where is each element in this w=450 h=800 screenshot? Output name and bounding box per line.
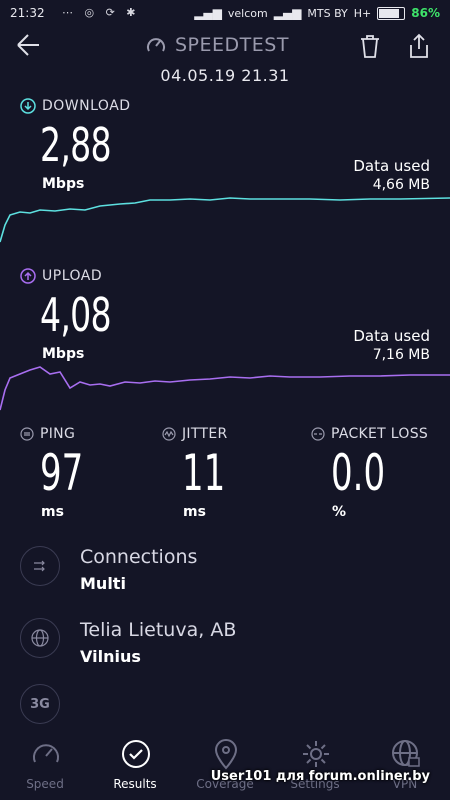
jitter-label-text: JITTER [182, 426, 228, 442]
network-badge-icon: 3G [20, 684, 60, 724]
connections-value: Multi [80, 574, 126, 593]
arrow-left-icon [17, 34, 39, 56]
download-graph [0, 197, 450, 243]
trash-icon [361, 35, 379, 58]
upload-value: 4,08 [40, 288, 112, 342]
download-label: DOWNLOAD [20, 98, 131, 114]
upload-label: UPLOAD [20, 268, 102, 284]
ping-icon [20, 427, 34, 441]
connections-title: Connections [80, 546, 198, 568]
download-value: 2,88 [40, 118, 112, 172]
upload-label-text: UPLOAD [42, 268, 103, 284]
download-data-used-label: Data used [353, 157, 430, 175]
ping-unit: ms [41, 504, 64, 520]
provider-name: Telia Lietuva, AB [80, 619, 237, 641]
carrier-2: MTS BY [307, 6, 348, 20]
signal-icon-2: ▂▄▆ [273, 6, 302, 20]
upload-arrow-icon [20, 268, 36, 284]
nav-speed-label: Speed [26, 777, 64, 791]
upload-graph [0, 366, 450, 411]
gauge-icon [33, 744, 59, 763]
share-button[interactable] [407, 33, 431, 59]
packet-loss-value: 0.0 [331, 444, 386, 502]
status-bar: 21:32 ⋯ ◎ ⟳ ✱ ▂▄▆ velcom ▂▄▆ MTS BY H+ 8… [0, 0, 450, 26]
jitter-label: JITTER [162, 426, 228, 442]
ping-label: PING [20, 426, 75, 442]
title-text: SPEEDTEST [175, 34, 289, 56]
packet-loss-unit: % [332, 504, 347, 520]
speedtest-logo-icon [147, 38, 165, 52]
check-circle-icon [122, 740, 150, 768]
share-icon [410, 33, 428, 58]
nav-vpn[interactable]: VPN [360, 730, 450, 800]
delete-button[interactable] [358, 33, 382, 59]
ping-value: 97 [40, 444, 84, 502]
connections-icon [20, 546, 60, 586]
jitter-unit: ms [183, 504, 206, 520]
nav-results[interactable]: Results [90, 730, 180, 800]
page-title: SPEEDTEST [145, 34, 289, 56]
map-pin-icon [214, 739, 238, 770]
back-button[interactable] [14, 32, 46, 60]
watermark: User101 для forum.onliner.by [210, 769, 430, 784]
battery-icon [377, 6, 406, 20]
nav-speed[interactable]: Speed [0, 730, 90, 800]
jitter-icon [162, 427, 176, 441]
nav-settings[interactable]: Settings [270, 730, 360, 800]
status-time: 21:32 [10, 6, 45, 20]
globe-icon [20, 618, 60, 658]
network-type: H+ [353, 6, 372, 20]
nav-results-label: Results [113, 777, 157, 791]
signal-icon: ▂▄▆ [194, 6, 222, 20]
jitter-value: 11 [182, 444, 226, 502]
packet-loss-icon [311, 427, 325, 441]
packet-loss-label-text: PACKET LOSS [331, 426, 429, 442]
carrier-1: velcom [227, 6, 268, 20]
test-date: 04.05.19 21.31 [160, 66, 290, 85]
download-label-text: DOWNLOAD [42, 98, 131, 114]
nav-coverage[interactable]: Coverage [180, 730, 270, 800]
provider-location: Vilnius [80, 647, 141, 666]
notification-icons: ⋯ ◎ ⟳ ✱ [62, 6, 140, 19]
gear-icon [303, 741, 329, 767]
ping-label-text: PING [40, 426, 76, 442]
globe-lock-icon [392, 740, 420, 767]
status-right: ▂▄▆ velcom ▂▄▆ MTS BY H+ 86% [194, 6, 440, 20]
download-arrow-icon [20, 98, 36, 114]
packet-loss-label: PACKET LOSS [311, 426, 428, 442]
upload-data-used-label: Data used [353, 327, 430, 345]
battery-percent: 86% [411, 6, 440, 20]
bottom-nav: Speed Results Coverage Settings VPN [0, 730, 450, 800]
